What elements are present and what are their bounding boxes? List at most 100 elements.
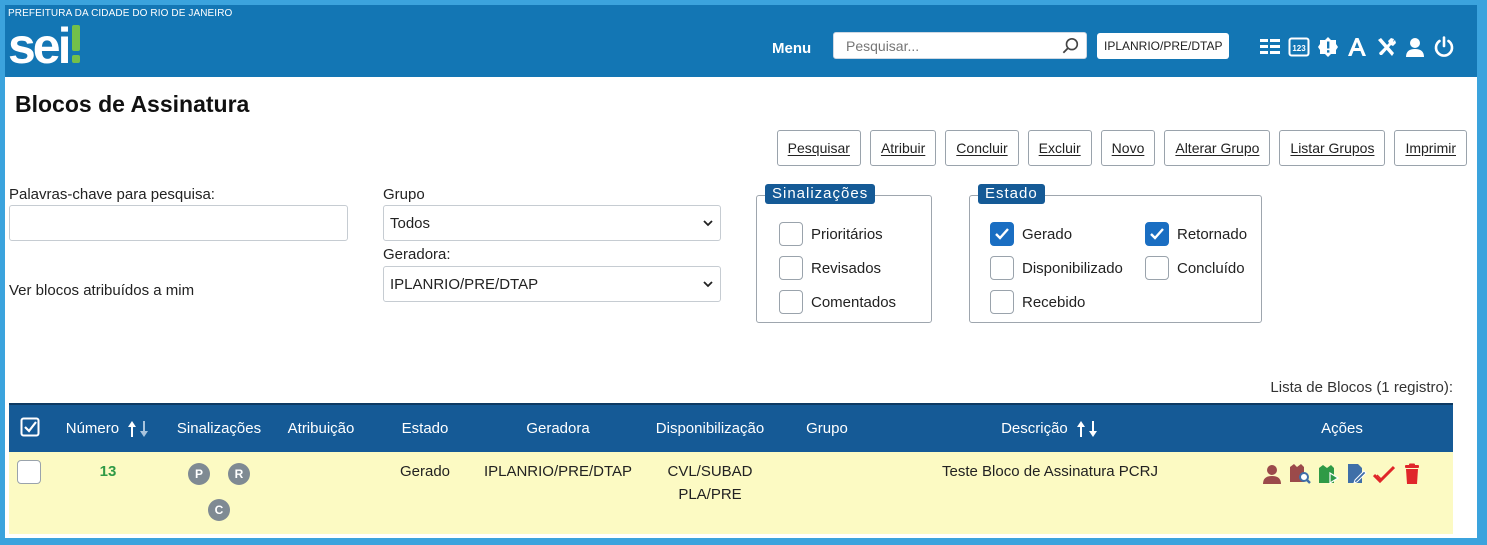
estado-legend: Estado: [978, 184, 1045, 204]
option-prioritarios[interactable]: Prioritários: [779, 222, 883, 246]
col-geradora: Geradora: [526, 420, 590, 437]
disponibilizacao-unit-1: CVL/SUBAD: [667, 463, 753, 480]
col-acoes: Ações: [1321, 420, 1363, 437]
list-icon[interactable]: [1259, 36, 1281, 58]
keywords-label: Palavras-chave para pesquisa:: [9, 186, 215, 203]
disponibilizado-checkbox[interactable]: [990, 256, 1014, 280]
user-icon[interactable]: [1404, 36, 1426, 58]
search-icon[interactable]: [1062, 37, 1080, 55]
col-descricao[interactable]: Descrição: [869, 404, 1231, 452]
col-grupo: Grupo: [806, 420, 848, 437]
conclude-check-icon[interactable]: [1373, 463, 1395, 485]
menu-link[interactable]: Menu: [772, 40, 811, 57]
gerado-checkbox[interactable]: [990, 222, 1014, 246]
comentados-checkbox[interactable]: [779, 290, 803, 314]
excluir-button[interactable]: Excluir: [1027, 130, 1092, 166]
page-title: Blocos de Assinatura: [15, 91, 250, 117]
view-documents-icon[interactable]: [1289, 463, 1311, 485]
top-navbar: PREFEITURA DA CIDADE DO RIO DE JANEIRO s…: [5, 5, 1477, 77]
unit-selector[interactable]: IPLANRIO/PRE/DTAP: [1097, 33, 1230, 59]
add-document-icon[interactable]: [1317, 463, 1339, 485]
option-comentados[interactable]: Comentados: [779, 290, 896, 314]
option-concluido[interactable]: Concluído: [1145, 256, 1245, 280]
generator-select-value: IPLANRIO/PRE/DTAP: [390, 275, 539, 293]
comment-badge[interactable]: C: [208, 499, 230, 521]
col-atribuicao: Atribuição: [287, 420, 355, 437]
font-icon[interactable]: [1346, 36, 1368, 58]
option-revisados[interactable]: Revisados: [779, 256, 881, 280]
prioritarios-label: Prioritários: [811, 225, 883, 243]
numero-link[interactable]: 13: [100, 463, 117, 480]
col-numero[interactable]: Número: [51, 404, 165, 452]
acoes-cell: [1231, 452, 1453, 534]
blocks-table: Número Sinalizações Atribuição Estado Ge…: [9, 403, 1453, 534]
imprimir-button[interactable]: Imprimir: [1394, 130, 1467, 166]
disponibilizacao-unit-2: PLA/PRE: [678, 486, 742, 503]
alterar-grupo-button[interactable]: Alterar Grupo: [1164, 130, 1271, 166]
pesquisar-button[interactable]: Pesquisar: [776, 130, 861, 166]
revisados-checkbox[interactable]: [779, 256, 803, 280]
col-descricao-label: Descrição: [1001, 419, 1068, 437]
badge-alert-icon[interactable]: [1317, 36, 1339, 58]
select-all-icon[interactable]: [20, 417, 40, 437]
estado-cell: Gerado: [399, 463, 451, 480]
sinalizacoes-badges: P R C: [179, 463, 259, 521]
row-actions: [1231, 460, 1453, 485]
svg-text:sei: sei: [8, 18, 69, 71]
delete-icon[interactable]: [1401, 463, 1423, 485]
sign-document-icon[interactable]: [1345, 463, 1367, 485]
option-gerado[interactable]: Gerado: [990, 222, 1072, 246]
sort-icon[interactable]: [126, 419, 150, 439]
table-row: 13 P R C Gerado IPLANRIO/PRE/DTAP CVL/SU…: [9, 452, 1453, 534]
generator-select[interactable]: IPLANRIO/PRE/DTAP: [383, 266, 721, 302]
col-numero-label: Número: [65, 419, 120, 437]
retornado-checkbox[interactable]: [1145, 222, 1169, 246]
option-retornado[interactable]: Retornado: [1145, 222, 1247, 246]
header-icons: 123: [1259, 35, 1455, 59]
table-caption: Lista de Blocos (1 registro):: [1270, 379, 1453, 396]
group-label: Grupo: [383, 186, 425, 203]
tools-icon[interactable]: [1375, 36, 1397, 58]
assign-user-icon[interactable]: [1261, 463, 1283, 485]
row-checkbox[interactable]: [17, 460, 41, 484]
action-toolbar: Pesquisar Atribuir Concluir Excluir Novo…: [776, 130, 1467, 166]
prioritarios-checkbox[interactable]: [779, 222, 803, 246]
generator-label: Geradora:: [383, 246, 451, 263]
numeric-icon[interactable]: 123: [1288, 36, 1310, 58]
check-icon: [995, 228, 1009, 240]
geradora-cell: IPLANRIO/PRE/DTAP: [483, 463, 633, 480]
atribuir-button[interactable]: Atribuir: [869, 130, 937, 166]
gerado-label: Gerado: [1022, 225, 1073, 243]
comentados-label: Comentados: [811, 293, 897, 311]
sinalizacoes-cell: P R C: [165, 452, 273, 534]
search-input[interactable]: [846, 36, 1046, 56]
power-icon[interactable]: [1433, 36, 1455, 58]
keywords-input[interactable]: [9, 205, 348, 241]
revisados-label: Revisados: [811, 259, 882, 277]
option-disponibilizado[interactable]: Disponibilizado: [990, 256, 1123, 280]
listar-grupos-button[interactable]: Listar Grupos: [1279, 130, 1386, 166]
descricao-cell: Teste Bloco de Assinatura PCRJ: [942, 463, 1158, 480]
revised-badge[interactable]: R: [228, 463, 250, 485]
col-sinalizacoes: Sinalizações: [176, 420, 262, 437]
atribuicao-cell: [273, 452, 369, 534]
priority-badge[interactable]: P: [188, 463, 210, 485]
option-recebido[interactable]: Recebido: [990, 290, 1085, 314]
search-box[interactable]: [833, 32, 1087, 59]
disponibilizado-label: Disponibilizado: [1022, 259, 1123, 277]
assigned-to-me-link[interactable]: Ver blocos atribuídos a mim: [9, 282, 194, 299]
sort-icon[interactable]: [1075, 419, 1099, 439]
svg-text:123: 123: [1292, 44, 1306, 53]
group-select[interactable]: Todos: [383, 205, 721, 241]
select-all-header[interactable]: [9, 404, 51, 452]
check-icon: [1150, 228, 1164, 240]
novo-button[interactable]: Novo: [1100, 130, 1156, 166]
chevron-down-icon: [703, 220, 713, 227]
concluir-button[interactable]: Concluir: [945, 130, 1019, 166]
concluido-checkbox[interactable]: [1145, 256, 1169, 280]
recebido-label: Recebido: [1022, 293, 1086, 311]
sinalizacoes-legend: Sinalizações: [765, 184, 876, 204]
recebido-checkbox[interactable]: [990, 290, 1014, 314]
sei-logo[interactable]: sei: [8, 17, 88, 74]
grupo-cell: [785, 452, 869, 534]
